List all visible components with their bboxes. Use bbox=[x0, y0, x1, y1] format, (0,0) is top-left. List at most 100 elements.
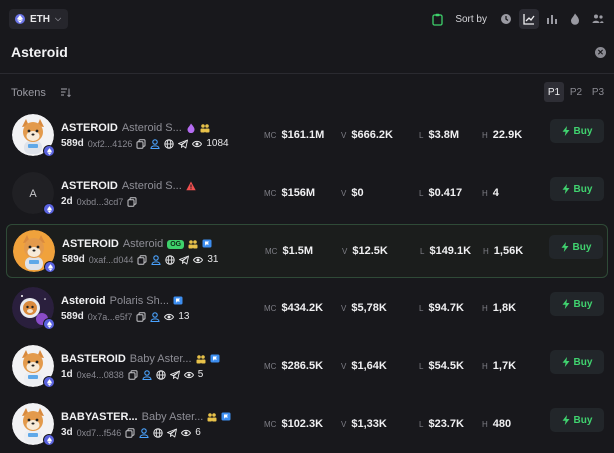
token-row[interactable]: Asteroid Polaris Sh... 589d 0x7a...e5f7 13 MC… bbox=[6, 282, 608, 336]
sort-holders-button[interactable] bbox=[588, 9, 608, 29]
ethereum-icon bbox=[44, 261, 56, 273]
preset-tabs: P1 P2 P3 bbox=[544, 82, 608, 104]
search-input[interactable]: Asteroid bbox=[11, 44, 68, 60]
token-stats: MC $102.3K V $1,33K L $23.7K H 480 bbox=[6, 418, 608, 432]
stat-value: 1,56K bbox=[493, 245, 524, 257]
buy-button[interactable]: Buy bbox=[550, 350, 604, 374]
sort-list-icon[interactable] bbox=[60, 87, 71, 98]
stat-value: $0.417 bbox=[428, 187, 463, 199]
buy-label: Buy bbox=[573, 356, 593, 368]
token-row[interactable]: BABYASTER... Baby Aster... 3d 0xd7...f546 6 M… bbox=[6, 398, 608, 452]
stat-value: $161.1M bbox=[281, 129, 325, 141]
preset-p1[interactable]: P1 bbox=[544, 82, 564, 102]
preset-p2[interactable]: P2 bbox=[566, 82, 586, 102]
search-bar[interactable]: Asteroid ✕ bbox=[0, 37, 614, 71]
stat-value: $54.5K bbox=[428, 360, 464, 372]
sort-trending-button[interactable] bbox=[519, 9, 539, 29]
flame-icon bbox=[571, 13, 579, 25]
stat-label: MC bbox=[264, 362, 277, 371]
stat-h: H 1,8K bbox=[482, 302, 516, 314]
stat-label: H bbox=[482, 420, 488, 429]
token-row[interactable]: A ASTEROID Asteroid S... 2d 0xbd...3cd7 MC $15… bbox=[6, 167, 608, 221]
sort-liquidity-button[interactable] bbox=[565, 9, 585, 29]
ethereum-icon bbox=[43, 318, 55, 330]
stat-label: V bbox=[341, 420, 347, 429]
chart-line-icon bbox=[523, 14, 535, 25]
stat-v: V $1,33K bbox=[341, 418, 387, 430]
stat-value: $0 bbox=[351, 187, 364, 199]
stat-mc: MC $1.5M bbox=[265, 245, 313, 257]
token-row[interactable]: BASTEROID Baby Aster... 1d 0xe4...0838 5 MC $2… bbox=[6, 340, 608, 394]
stat-label: L bbox=[419, 420, 424, 429]
chain-selector[interactable]: ETH ⌵ bbox=[9, 9, 69, 29]
stat-value: $149.1K bbox=[429, 245, 472, 257]
token-stats: MC $286.5K V $1,64K L $54.5K H 1,7K bbox=[6, 360, 608, 374]
stat-label: MC bbox=[264, 189, 277, 198]
ethereum-icon bbox=[43, 434, 55, 446]
lightning-icon bbox=[562, 126, 570, 136]
stat-value: $94.7K bbox=[428, 302, 464, 314]
tokens-label: Tokens bbox=[11, 87, 46, 99]
buy-label: Buy bbox=[572, 241, 592, 253]
stat-value: $666.2K bbox=[351, 129, 393, 141]
stat-value: $12.5K bbox=[352, 245, 388, 257]
stat-label: L bbox=[419, 189, 424, 198]
stat-value: 22.9K bbox=[492, 129, 523, 141]
chain-label: ETH bbox=[30, 13, 50, 25]
stat-l: L $0.417 bbox=[419, 187, 462, 199]
clear-search-icon[interactable]: ✕ bbox=[595, 47, 606, 58]
divider bbox=[0, 73, 614, 74]
stat-v: V $5,78K bbox=[341, 302, 387, 314]
stat-v: V $12.5K bbox=[342, 245, 388, 257]
stat-l: L $54.5K bbox=[419, 360, 464, 372]
stat-mc: MC $286.5K bbox=[264, 360, 323, 372]
stat-value: $156M bbox=[281, 187, 316, 199]
stat-label: MC bbox=[264, 420, 277, 429]
stat-value: $5,78K bbox=[351, 302, 387, 314]
buy-button[interactable]: Buy bbox=[549, 235, 603, 259]
sort-age-button[interactable] bbox=[496, 9, 516, 29]
token-row[interactable]: ASTEROID Asteroid S... 589d 0xf2...4126 1084… bbox=[6, 109, 608, 163]
stat-l: L $23.7K bbox=[419, 418, 464, 430]
tokens-header: Tokens P1 P2 P3 bbox=[0, 82, 614, 104]
ethereum-icon bbox=[43, 376, 55, 388]
stat-value: $1,64K bbox=[351, 360, 387, 372]
stat-value: 1,7K bbox=[492, 360, 517, 372]
stat-mc: MC $161.1M bbox=[264, 129, 324, 141]
stat-h: H 1,56K bbox=[483, 245, 523, 257]
stat-h: H4 bbox=[482, 187, 499, 199]
sort-volume-button[interactable] bbox=[542, 9, 562, 29]
stat-value: $23.7K bbox=[428, 418, 464, 430]
clipboard-icon[interactable] bbox=[427, 9, 447, 29]
stat-label: L bbox=[420, 247, 425, 256]
token-stats: MC $1.5M V $12.5K L $149.1K H 1,56K bbox=[7, 245, 609, 259]
stat-label: L bbox=[419, 304, 424, 313]
buy-button[interactable]: Buy bbox=[550, 408, 604, 432]
buy-button[interactable]: Buy bbox=[550, 177, 604, 201]
stat-label: V bbox=[341, 131, 347, 140]
buy-button[interactable]: Buy bbox=[550, 119, 604, 143]
stat-label: H bbox=[482, 362, 488, 371]
stat-h: H 1,7K bbox=[482, 360, 516, 372]
buy-label: Buy bbox=[573, 125, 593, 137]
buy-label: Buy bbox=[573, 298, 593, 310]
stat-value: 480 bbox=[492, 418, 512, 430]
bar-chart-icon bbox=[547, 15, 557, 24]
stat-l: L $149.1K bbox=[420, 245, 471, 257]
stat-l: L $94.7K bbox=[419, 302, 464, 314]
stat-value: $102.3K bbox=[281, 418, 324, 430]
stat-mc: MC $102.3K bbox=[264, 418, 323, 430]
stat-label: H bbox=[483, 247, 489, 256]
ethereum-icon bbox=[43, 145, 55, 157]
sort-controls: Sort by bbox=[427, 8, 608, 30]
stat-mc: MC $434.2K bbox=[264, 302, 323, 314]
preset-p3[interactable]: P3 bbox=[588, 82, 608, 102]
buy-button[interactable]: Buy bbox=[550, 292, 604, 316]
lightning-icon bbox=[561, 242, 569, 252]
token-row[interactable]: ASTEROID Asteroid OG 589d 0xaf...d044 31 MC $1.… bbox=[6, 224, 608, 278]
buy-label: Buy bbox=[573, 414, 593, 426]
ethereum-icon bbox=[43, 203, 55, 215]
stat-label: H bbox=[482, 304, 488, 313]
top-bar: ETH ⌵ Sort by bbox=[0, 0, 614, 36]
sort-by-label: Sort by bbox=[455, 13, 487, 25]
